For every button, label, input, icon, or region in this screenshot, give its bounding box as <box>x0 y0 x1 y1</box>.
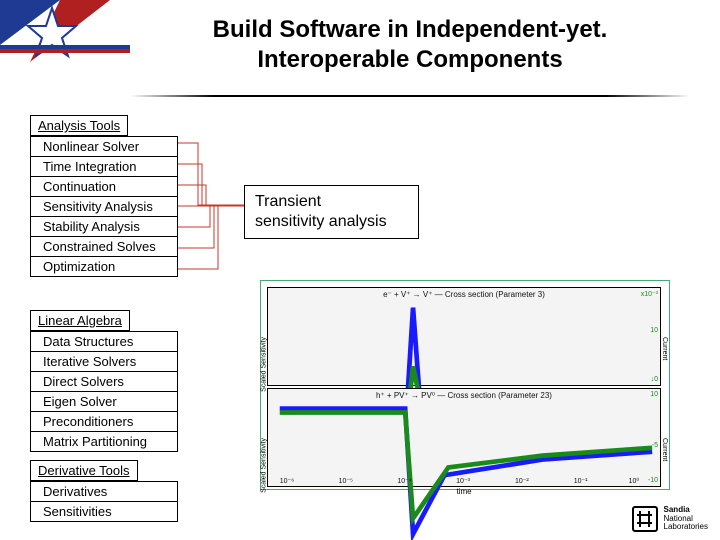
item-sensitivities: Sensitivities <box>30 502 178 522</box>
chart-xtick-6: 10⁰ <box>629 477 640 485</box>
item-derivatives: Derivatives <box>30 481 178 502</box>
item-continuation: Continuation <box>30 177 178 197</box>
group-header-linalg: Linear Algebra <box>30 310 130 331</box>
group-derivative-tools: Derivative Tools Derivatives Sensitiviti… <box>30 460 178 522</box>
chart-panel-top: e⁻ + V⁺ → V⁺ — Cross section (Parameter … <box>267 287 661 386</box>
group-header-deriv: Derivative Tools <box>30 460 138 481</box>
item-time-integration: Time Integration <box>30 157 178 177</box>
group-header-analysis: Analysis Tools <box>30 115 128 136</box>
group-linear-algebra: Linear Algebra Data Structures Iterative… <box>30 310 178 452</box>
item-matrix-partitioning: Matrix Partitioning <box>30 432 178 452</box>
item-eigen-solver: Eigen Solver <box>30 392 178 412</box>
chart-xtick-5: 10⁻¹ <box>574 477 588 485</box>
chart-bot-curves <box>268 389 660 540</box>
callout-line2: sensitivity analysis <box>255 212 408 232</box>
item-iterative-solvers: Iterative Solvers <box>30 352 178 372</box>
group-analysis-tools: Analysis Tools Nonlinear Solver Time Int… <box>30 115 178 277</box>
chart-bot-ylabel: Scaled Sensitivity <box>261 438 268 493</box>
footer-logo-text: Sandia National Laboratories <box>664 506 708 531</box>
chart-xtick-4: 10⁻² <box>515 477 529 485</box>
item-constrained-solves: Constrained Solves <box>30 237 178 257</box>
chart-xtick-1: 10⁻⁵ <box>339 477 353 485</box>
item-optimization: Optimization <box>30 257 178 277</box>
chart-top-rlabel: Current <box>661 337 668 360</box>
callout-box: Transient sensitivity analysis <box>244 185 419 239</box>
sandia-thunderbird-icon <box>632 506 658 532</box>
slide-title: Build Software in Independent-yet. Inter… <box>130 15 690 75</box>
item-sensitivity-analysis: Sensitivity Analysis <box>30 197 178 217</box>
title-underline <box>130 95 690 97</box>
slide-title-line1: Build Software in Independent-yet. <box>213 16 608 43</box>
chart-xtick-3: 10⁻³ <box>456 477 470 485</box>
callout-connectors <box>178 130 244 330</box>
callout-line1: Transient <box>255 192 408 212</box>
slide-title-line2: Interoperable Components <box>257 46 562 73</box>
star-decoration <box>0 0 110 70</box>
item-stability-analysis: Stability Analysis <box>30 217 178 237</box>
item-direct-solvers: Direct Solvers <box>30 372 178 392</box>
chart-xtick-0: 10⁻⁶ <box>280 477 294 485</box>
item-data-structures: Data Structures <box>30 331 178 352</box>
footer-logo: Sandia National Laboratories <box>632 506 708 532</box>
item-nonlinear-solver: Nonlinear Solver <box>30 136 178 157</box>
chart-xtick-2: 10⁻⁴ <box>397 477 412 485</box>
chart-frame: e⁻ + V⁺ → V⁺ — Cross section (Parameter … <box>260 280 670 490</box>
footer-org3: Laboratories <box>664 522 708 531</box>
chart-top-ylabel: Scaled Sensitivity <box>261 337 268 392</box>
chart-area: e⁻ + V⁺ → V⁺ — Cross section (Parameter … <box>260 280 670 490</box>
chart-panel-bottom: h⁺ + PV⁺ → PV⁰ — Cross section (Paramete… <box>267 388 661 487</box>
header-band-red <box>0 49 130 53</box>
chart-bot-rlabel: Current <box>661 438 668 461</box>
item-preconditioners: Preconditioners <box>30 412 178 432</box>
